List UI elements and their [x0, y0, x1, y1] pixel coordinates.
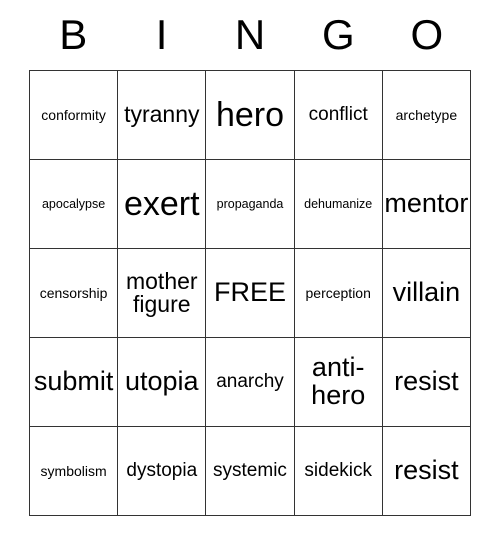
bingo-cell-label: FREE	[213, 277, 286, 308]
bingo-cell-r4c2[interactable]: utopia	[118, 338, 207, 427]
bingo-cell-label: tyranny	[124, 101, 200, 128]
bingo-cell-label: perception	[305, 284, 371, 301]
bingo-grid: conformity tyranny hero conflict archetype ap…	[29, 70, 471, 516]
bingo-cell-label: resist	[394, 366, 459, 397]
bingo-cell-r2c5[interactable]: mentor	[382, 160, 471, 249]
bingo-header-letter-o: O	[410, 11, 444, 58]
bingo-cell-label: conformity	[41, 106, 106, 123]
bingo-header-letter-i: I	[155, 11, 168, 58]
bingo-header-letter-g: G	[322, 11, 355, 58]
bingo-cell-label: utopia	[125, 366, 199, 397]
bingo-header-row: BINGO	[29, 0, 471, 70]
bingo-cell-label: conflict	[308, 104, 368, 126]
bingo-cell-label: mother figure	[125, 267, 198, 317]
bingo-cell-r2c1[interactable]: apocalypse	[30, 160, 119, 249]
bingo-cell-label: dystopia	[126, 460, 198, 482]
bingo-cell-r3c2[interactable]: mother figure	[118, 249, 207, 338]
bingo-cell-label: dehumanize	[304, 196, 373, 211]
bingo-cell-label: systemic	[213, 460, 287, 482]
bingo-cell-r5c3[interactable]: systemic	[206, 427, 295, 516]
bingo-cell-r1c1[interactable]: conformity	[30, 71, 119, 160]
bingo-cell-label: anarchy	[216, 371, 284, 393]
bingo-header-letter-n: N	[234, 11, 266, 58]
bingo-cell-label: apocalypse	[41, 196, 106, 211]
bingo-cell-r1c2[interactable]: tyranny	[118, 71, 207, 160]
bingo-cell-r5c1[interactable]: symbolism	[30, 427, 119, 516]
bingo-header-letter-b: B	[59, 11, 88, 58]
bingo-cell-r1c4[interactable]: conflict	[294, 71, 383, 160]
bingo-cell-label: submit	[33, 366, 114, 397]
bingo-cell-label: hero	[215, 95, 285, 134]
bingo-cell-r2c2[interactable]: exert	[118, 160, 207, 249]
bingo-cell-r5c5[interactable]: resist	[382, 427, 471, 516]
bingo-cell-label: symbolism	[40, 462, 107, 479]
bingo-cell-r3c3[interactable]: FREE	[206, 249, 295, 338]
bingo-cell-r4c3[interactable]: anarchy	[206, 338, 295, 427]
bingo-cell-label: mentor	[384, 188, 469, 219]
bingo-cell-label: sidekick	[304, 460, 372, 482]
bingo-cell-r5c2[interactable]: dystopia	[118, 427, 207, 516]
bingo-cell-label: resist	[394, 455, 459, 486]
bingo-cell-label: propaganda	[216, 196, 284, 211]
bingo-card: B I N G O conformity tyranny hero conflict arche…	[29, 0, 471, 516]
bingo-cell-label: censorship	[39, 284, 108, 301]
bingo-cell-r3c5[interactable]: villain	[382, 249, 471, 338]
bingo-cell-r3c4[interactable]: perception	[294, 249, 383, 338]
bingo-cell-r5c4[interactable]: sidekick	[294, 427, 383, 516]
bingo-cell-r1c5[interactable]: archetype	[382, 71, 471, 160]
bingo-cell-r1c3[interactable]: hero	[206, 71, 295, 160]
bingo-cell-r4c1[interactable]: submit	[30, 338, 119, 427]
bingo-cell-label: anti- hero	[311, 352, 366, 410]
bingo-cell-label: archetype	[395, 106, 458, 123]
bingo-cell-r4c5[interactable]: resist	[382, 338, 471, 427]
bingo-cell-r2c3[interactable]: propaganda	[206, 160, 295, 249]
bingo-cell-label: exert	[123, 184, 200, 223]
bingo-cell-r4c4[interactable]: anti- hero	[294, 338, 383, 427]
bingo-cell-label: villain	[392, 277, 461, 308]
bingo-cell-r3c1[interactable]: censorship	[30, 249, 119, 338]
bingo-cell-r2c4[interactable]: dehumanize	[294, 160, 383, 249]
